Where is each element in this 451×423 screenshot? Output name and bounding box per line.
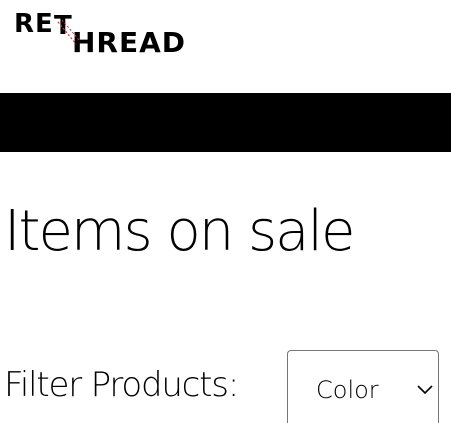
svg-text:HREAD: HREAD	[72, 26, 186, 59]
navigation-bar	[0, 93, 451, 152]
svg-text:T: T	[54, 11, 72, 41]
color-filter-select[interactable]: Color	[287, 350, 439, 423]
page: RE HREAD T Items on sale Filter Products…	[0, 0, 451, 423]
rethread-logo[interactable]: RE HREAD T	[14, 4, 210, 60]
logo-graphic: RE HREAD T	[14, 9, 186, 59]
chevron-down-icon	[416, 381, 434, 400]
svg-text:RE: RE	[14, 9, 54, 39]
page-title: Items on sale	[4, 199, 356, 264]
color-filter-value: Color	[316, 376, 379, 404]
filter-label: Filter Products:	[4, 365, 239, 405]
